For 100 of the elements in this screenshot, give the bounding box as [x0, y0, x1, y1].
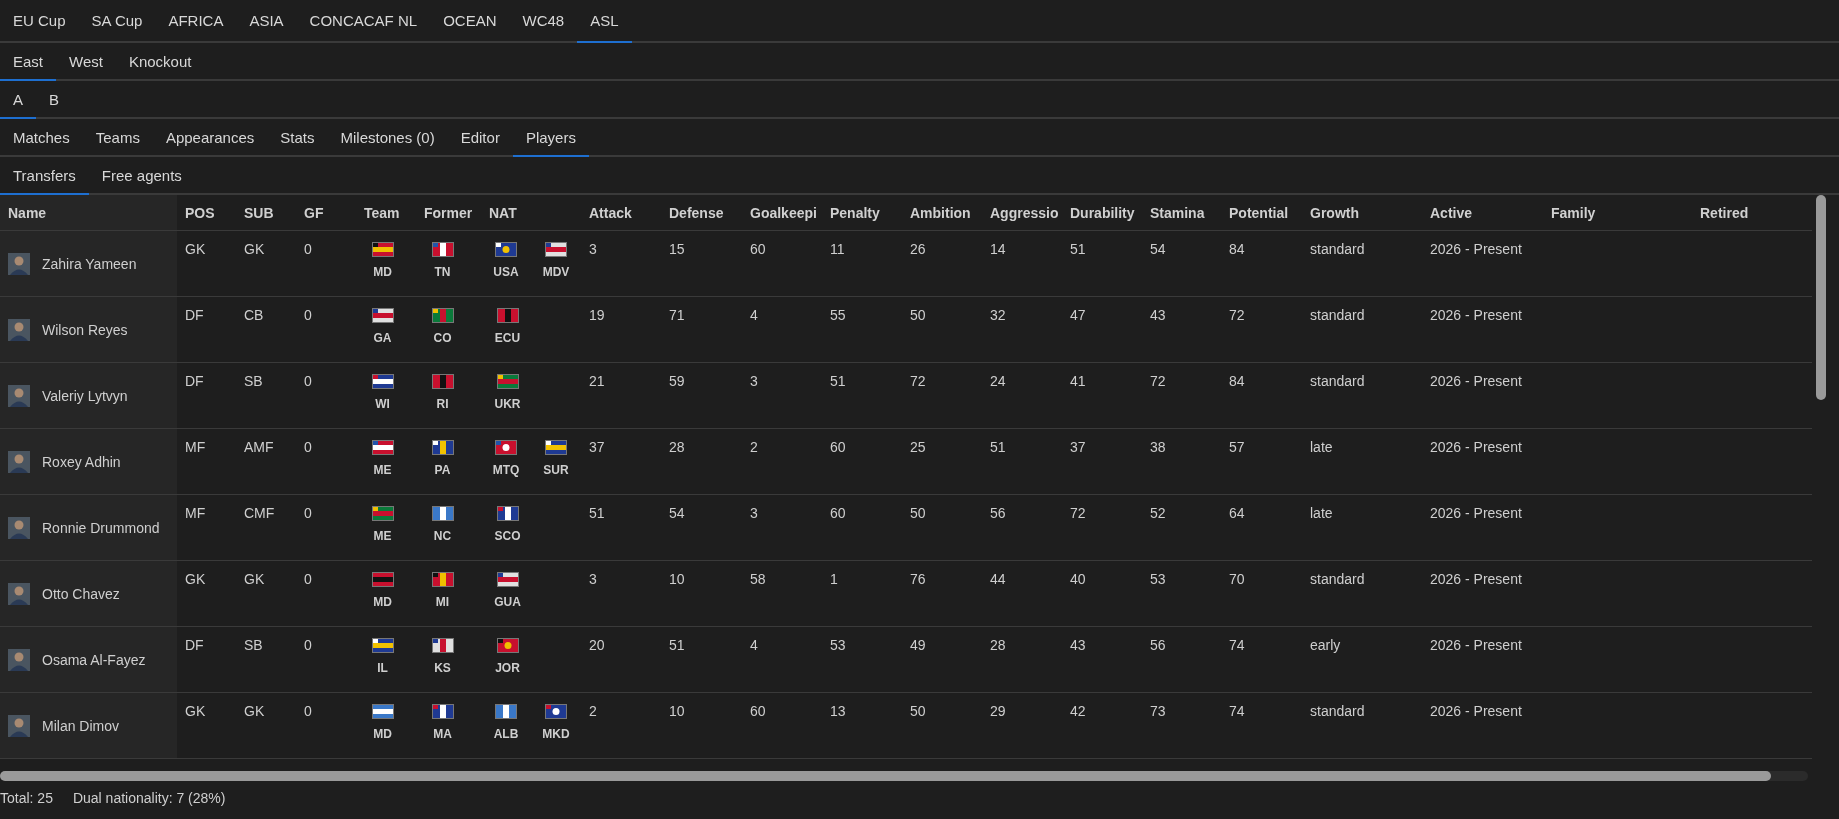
table-cell: CB — [244, 307, 264, 323]
nation-code: MKD — [542, 727, 570, 741]
table-cell: 53 — [830, 637, 846, 653]
team-code: WI — [375, 397, 390, 411]
tab[interactable]: Free agents — [88, 157, 195, 195]
table-cell: standard — [1310, 571, 1365, 587]
player-name: Zahira Yameen — [42, 255, 137, 272]
tab[interactable]: Knockout — [115, 43, 205, 81]
tab[interactable]: AFRICA — [155, 0, 237, 43]
avatar-icon — [8, 384, 30, 407]
nation-code: MTQ — [492, 463, 520, 477]
tab[interactable]: Appearances — [152, 119, 268, 157]
team-code: MA — [433, 727, 452, 741]
table-cell: 28 — [669, 439, 685, 455]
tab[interactable]: B — [36, 81, 73, 119]
table-cell: GK — [244, 571, 265, 587]
avatar-icon — [8, 516, 30, 539]
table-cell: 2 — [589, 703, 597, 719]
table-cell: 32 — [990, 307, 1006, 323]
table-cell: AMF — [244, 439, 274, 455]
table-cell: 2026 - Present — [1430, 241, 1522, 257]
tab[interactable]: CONCACAF NL — [296, 0, 431, 43]
table-cell: 43 — [1150, 307, 1166, 323]
table-cell: GK — [185, 241, 206, 257]
tab[interactable]: WC48 — [509, 0, 578, 43]
table-cell: 3 — [750, 373, 758, 389]
table-cell: 0 — [304, 571, 312, 587]
table-cell: DF — [185, 307, 204, 323]
avatar-icon — [8, 582, 30, 605]
team-code: RI — [436, 397, 449, 411]
table-cell: DF — [185, 637, 204, 653]
table-cell: 49 — [910, 637, 926, 653]
column-header[interactable]: Name — [0, 195, 177, 231]
table-cell: 53 — [1150, 571, 1166, 587]
table-cell: standard — [1310, 307, 1365, 323]
table-cell: 50 — [910, 307, 926, 323]
flag-icon — [431, 704, 454, 719]
table-cell: 10 — [669, 703, 685, 719]
table-cell: 4 — [750, 637, 758, 653]
table-cell: 56 — [990, 505, 1006, 521]
nation-code: ECU — [494, 331, 521, 345]
flag-icon — [496, 638, 519, 653]
flag-icon — [545, 704, 567, 719]
flag-icon — [545, 242, 567, 257]
tab[interactable]: Stats — [267, 119, 328, 157]
table-cell: 60 — [750, 703, 766, 719]
table-cell: 54 — [1150, 241, 1166, 257]
tab[interactable]: OCEAN — [430, 0, 510, 43]
total-count: Total: 25 — [0, 790, 53, 806]
table-cell: 52 — [1150, 505, 1166, 521]
table-cell: 47 — [1070, 307, 1086, 323]
flag-icon — [496, 374, 519, 389]
avatar-icon — [8, 648, 30, 671]
tab[interactable]: SA Cup — [78, 0, 156, 43]
tab[interactable]: Editor — [447, 119, 513, 157]
tab[interactable]: ASIA — [236, 0, 297, 43]
table-cell: 20 — [589, 637, 605, 653]
team-code: IL — [377, 661, 388, 675]
nation-code: ALB — [493, 727, 519, 741]
flag-icon — [371, 440, 394, 455]
table-cell: 0 — [304, 373, 312, 389]
table-cell: 51 — [589, 505, 605, 521]
table-cell: 41 — [1070, 373, 1086, 389]
table-cell: SB — [244, 637, 263, 653]
tab[interactable]: West — [56, 43, 116, 81]
tab[interactable]: Milestones (0) — [327, 119, 448, 157]
table-cell: 72 — [910, 373, 926, 389]
table-cell: 51 — [830, 373, 846, 389]
table-cell: 15 — [669, 241, 685, 257]
table-cell: 2026 - Present — [1430, 439, 1522, 455]
table-cell: DF — [185, 373, 204, 389]
flag-icon — [371, 242, 394, 257]
table-cell: 60 — [750, 241, 766, 257]
table-cell: 29 — [990, 703, 1006, 719]
table-cell: late — [1310, 439, 1333, 455]
tab[interactable]: Teams — [82, 119, 153, 157]
scrollbar-thumb[interactable] — [0, 771, 1771, 781]
tab[interactable]: EU Cup — [0, 0, 79, 43]
flag-icon — [431, 440, 454, 455]
table-cell: 0 — [304, 637, 312, 653]
team-code: GA — [373, 331, 392, 345]
table-cell: 57 — [1229, 439, 1245, 455]
table-cell: 24 — [990, 373, 1006, 389]
flag-icon — [496, 572, 519, 587]
flag-icon — [431, 506, 454, 521]
team-code: TN — [434, 265, 451, 279]
dual-nationality-count: Dual nationality: 7 (28%) — [72, 790, 226, 806]
table-cell: GK — [185, 571, 206, 587]
scrollbar-thumb[interactable] — [1816, 195, 1826, 400]
table-cell: 60 — [830, 505, 846, 521]
table-cell: 2026 - Present — [1430, 307, 1522, 323]
table-cell: 28 — [990, 637, 1006, 653]
tab[interactable]: Matches — [0, 119, 83, 157]
flag-icon — [371, 572, 394, 587]
table-cell: 0 — [304, 241, 312, 257]
flag-icon — [496, 308, 519, 323]
avatar-icon — [8, 318, 30, 341]
nation-code: SUR — [543, 463, 569, 477]
table-cell: 74 — [1229, 703, 1245, 719]
table-cell: 43 — [1070, 637, 1086, 653]
